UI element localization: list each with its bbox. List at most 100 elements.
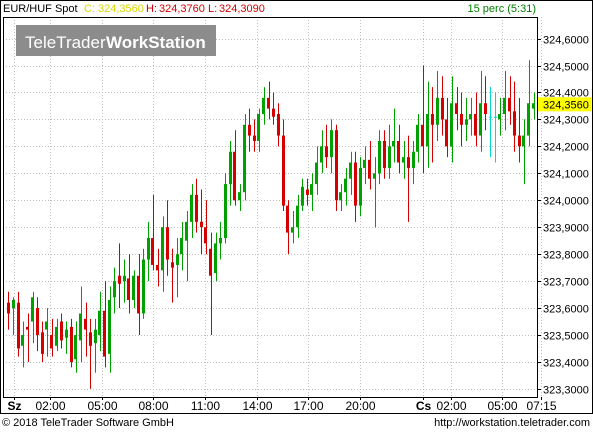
chart: TeleTrader WorkStation EUR/HUF Spot C: 3… [0,0,593,431]
last-price-text: 324,3560 [543,99,589,111]
candle-body [412,151,415,168]
candle-body [277,114,280,136]
high-label: H: [146,3,157,15]
candle-body [214,243,217,274]
candle-body [79,313,82,341]
candle-body [156,264,159,271]
candle-body [132,275,135,300]
candle-body [527,103,530,136]
candle-body [522,135,525,147]
candle-body [518,135,521,147]
y-tick-label: 323,6000 [543,304,589,316]
candle-body [108,299,111,354]
candle-body [498,114,501,120]
candle-body [296,205,299,228]
candle-body [378,140,381,174]
high-value: 324,3760 [159,3,205,15]
candle-body [233,151,236,201]
copyright-text: © 2018 TeleTrader Software GmbH [2,417,174,429]
candle-body [147,237,150,260]
candle-body [513,111,516,136]
candle-body [450,103,453,147]
candle-body [282,135,285,206]
y-tick-label: 323,7000 [543,277,589,289]
candle-body [383,140,386,168]
x-tick-label: 02:00 [35,399,65,413]
close-value: 324,3560 [98,3,144,15]
candle-body [103,310,106,357]
interval-label: 15 perc (5:31) [468,3,536,15]
candle-body [489,116,492,118]
candle-body [176,254,179,265]
y-tick-label: 323,8000 [543,250,589,262]
candle-body [41,332,44,354]
candle-body [359,167,362,206]
candle-body [392,140,395,147]
x-tick-label: Sz [7,399,21,413]
candle-body [127,278,130,300]
candle-body [21,335,24,346]
close-label: C: [84,3,95,15]
candle-body [335,130,338,201]
y-tick-label: 324,1000 [543,169,589,181]
y-tick-label: 324,2000 [543,142,589,154]
watermark-brand-light: TeleTrader [25,33,106,52]
candle-body [484,103,487,115]
candle-body [421,124,424,147]
x-tick-label: 07:15 [526,399,556,413]
candle-body [388,146,391,168]
candle-body [98,310,101,336]
x-tick-label: 11:00 [191,399,220,413]
candle-body [363,159,366,168]
candle-body [190,194,193,222]
candle-body [219,237,222,244]
candle-body [26,326,29,330]
candle-body [118,275,121,284]
candle-body [166,227,169,260]
candle-body [508,97,511,112]
candle-body [436,97,439,125]
candle-body [267,97,270,109]
candle-body [12,299,15,309]
candle-body [31,297,34,322]
watermark: TeleTrader WorkStation [16,25,216,56]
candle-body [253,135,256,141]
candle-body [469,114,472,120]
y-tick-label: 324,5000 [543,62,589,74]
candle-body [349,162,352,179]
candle-body [532,103,535,109]
candle-body [89,332,92,346]
candle-body [330,130,333,158]
candle-body [426,114,429,147]
x-tick-label: 20:00 [345,399,375,413]
candle-body [142,259,145,314]
candle-body [229,151,232,185]
candle-body [243,124,246,193]
candle-body [45,321,48,330]
candle-body [238,192,241,201]
candle-body [368,159,371,179]
candle-body [325,146,328,158]
candle-body [272,108,275,117]
candle-body [151,237,154,265]
candle-body [137,275,140,314]
candle-body [7,302,10,314]
candle-body [50,335,53,349]
symbol-label: EUR/HUF Spot [3,3,78,15]
candle-body [224,184,227,238]
candle-body [441,97,444,120]
x-tick-label: Cs [416,399,432,413]
x-tick-label: 05:00 [87,399,117,413]
candle-body [494,116,497,118]
y-tick-label: 323,4000 [543,358,589,370]
low-label: L: [208,3,217,15]
candle-body [70,326,73,362]
candle-body [465,119,468,125]
candle-body [74,335,77,360]
x-tick-label: 05:00 [487,399,517,413]
candle-body [123,275,126,282]
candle-body [94,329,97,344]
y-tick-label: 323,5000 [543,331,589,343]
y-tick-label: 324,0000 [543,196,589,208]
footer-url: http://workstation.teletrader.com [434,417,590,429]
